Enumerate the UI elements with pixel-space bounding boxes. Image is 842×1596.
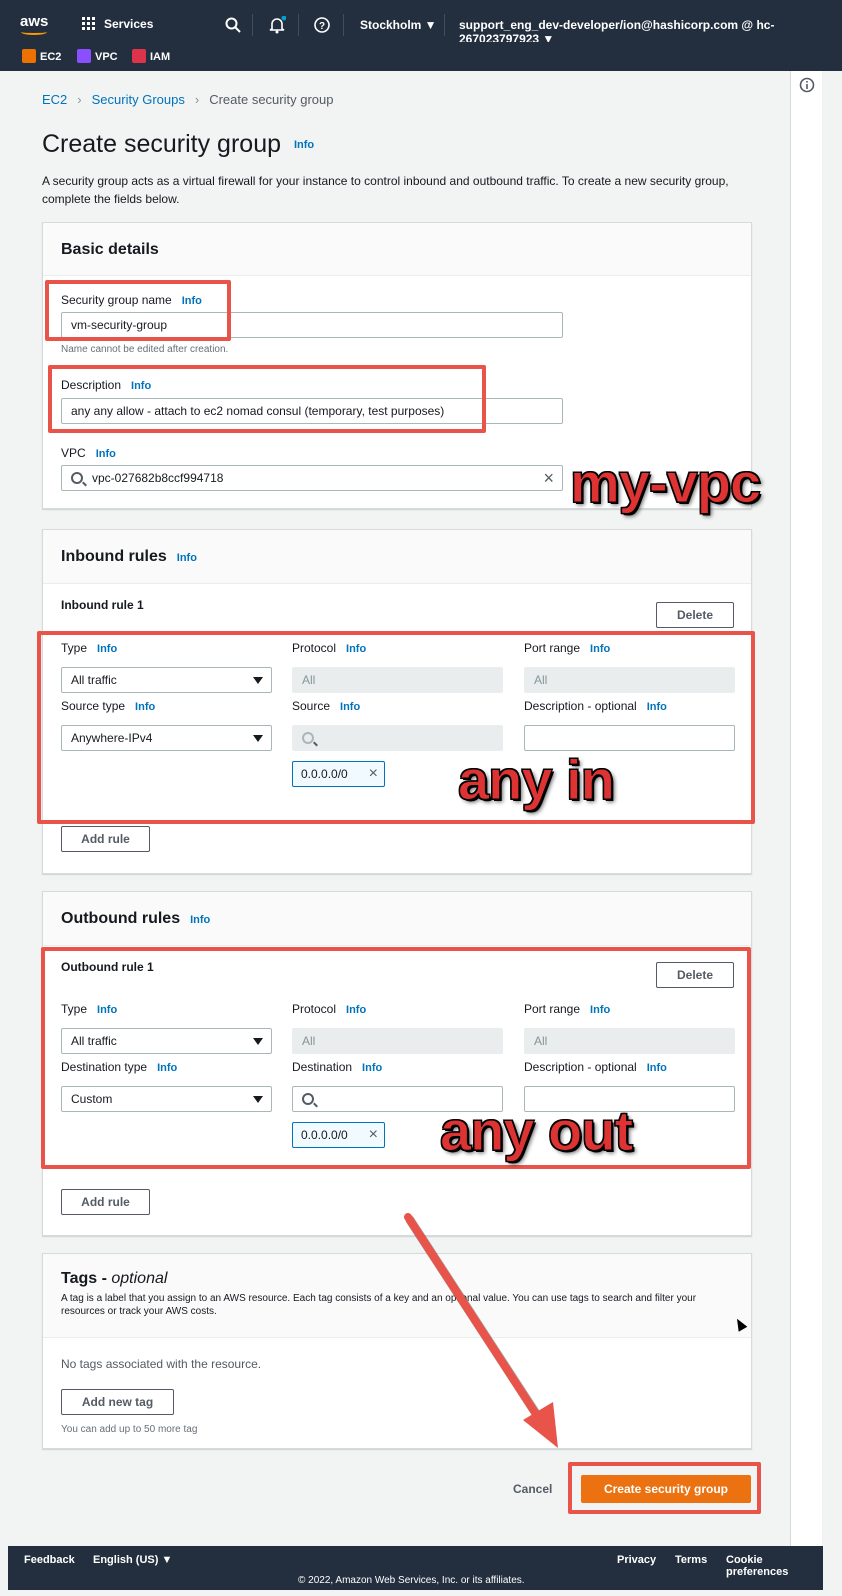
favorite-ec2[interactable]: EC2 [22, 49, 61, 71]
annotation-box-name [45, 280, 231, 341]
annotation-box-outbound [41, 947, 751, 1169]
vpc-label: VPC Info [61, 446, 116, 460]
privacy-link[interactable]: Privacy [617, 1554, 656, 1566]
favorite-label: EC2 [40, 51, 62, 63]
breadcrumb: EC2 › Security Groups › Create security grou… [42, 92, 333, 107]
inbound-info-link[interactable]: Info [177, 552, 197, 564]
add-rule-button[interactable]: Add rule [61, 1189, 150, 1215]
nav-separator [252, 14, 253, 36]
chevron-right-icon: › [77, 92, 82, 107]
inbound-rule-title: Inbound rule 1 [61, 598, 144, 612]
outbound-heading: Outbound rules Info [61, 910, 210, 928]
notifications-bell-icon[interactable] [268, 16, 286, 34]
tag-limit-hint: You can add up to 50 more tag [61, 1424, 198, 1435]
favorites-bar: EC2 VPC IAM [0, 42, 842, 71]
nav-separator [343, 14, 344, 36]
tools-panel-rail [790, 71, 822, 1546]
favorite-label: IAM [150, 51, 171, 63]
vpc-value: vpc-027682b8ccf994718 [92, 471, 224, 485]
info-circle-icon[interactable] [799, 77, 815, 93]
name-hint: Name cannot be edited after creation. [61, 344, 229, 355]
favorite-iam[interactable]: IAM [132, 49, 170, 71]
outbound-info-link[interactable]: Info [190, 914, 210, 926]
annotation-box-inbound [37, 631, 755, 824]
services-menu[interactable]: Services [104, 17, 153, 31]
annotation-any-out: any out [439, 1099, 633, 1163]
add-new-tag-button[interactable]: Add new tag [61, 1389, 174, 1415]
ec2-icon [22, 49, 36, 63]
cancel-button[interactable]: Cancel [513, 1482, 552, 1496]
heading-text: Outbound rules [61, 910, 181, 927]
basic-details-heading: Basic details [61, 241, 159, 258]
language-selector[interactable]: English (US) ▼ [93, 1554, 172, 1566]
vpc-icon [77, 49, 91, 63]
app-frame: aws Services ? Stockholm ▼ support_eng_d… [0, 0, 842, 1596]
breadcrumb-ec2[interactable]: EC2 [42, 92, 67, 107]
iam-icon [132, 49, 146, 63]
title-info-link[interactable]: Info [294, 139, 314, 151]
svg-text:?: ? [319, 21, 325, 32]
clear-icon[interactable]: × [543, 468, 554, 489]
terms-link[interactable]: Terms [675, 1554, 707, 1566]
favorite-label: VPC [95, 51, 118, 63]
nav-separator [298, 14, 299, 36]
footer: Feedback English (US) ▼ Privacy Terms Co… [8, 1546, 823, 1590]
page-description: A security group acts as a virtual firew… [42, 174, 729, 206]
nav-separator [444, 14, 445, 36]
breadcrumb-current: Create security group [209, 92, 334, 107]
annotation-box-create [568, 1462, 761, 1514]
heading-optional: optional [111, 1270, 168, 1287]
page-title: Create security group Info [42, 130, 314, 159]
heading-text: Inbound rules [61, 548, 167, 565]
search-icon [71, 472, 83, 484]
panel-header: Basic details [43, 223, 751, 276]
cookie-preferences-link[interactable]: Cookie preferences [726, 1554, 823, 1578]
annotation-my-vpc: my-vpc [569, 451, 761, 515]
heading-text: Tags - [61, 1270, 112, 1287]
search-icon[interactable] [224, 16, 242, 34]
vpc-info-link[interactable]: Info [96, 448, 116, 460]
panel-header: Outbound rules Info [43, 892, 751, 946]
annotation-box-description [48, 365, 486, 433]
inbound-heading: Inbound rules Info [61, 548, 197, 566]
aws-smile-icon [21, 29, 47, 35]
breadcrumb-security-groups[interactable]: Security Groups [92, 92, 185, 107]
aws-logo-text: aws [20, 13, 49, 30]
panel-header: Inbound rules Info [43, 530, 751, 584]
no-tags-message: No tags associated with the resource. [61, 1357, 262, 1371]
delete-rule-button[interactable]: Delete [656, 602, 734, 628]
label-text: VPC [61, 446, 86, 460]
favorite-vpc[interactable]: VPC [77, 49, 118, 71]
add-rule-button[interactable]: Add rule [61, 826, 150, 852]
chevron-right-icon: › [194, 92, 200, 107]
page-title-text: Create security group [42, 130, 282, 158]
feedback-link[interactable]: Feedback [24, 1554, 75, 1566]
annotation-any-in: any in [458, 748, 616, 812]
vpc-search-input[interactable]: vpc-027682b8ccf994718 × [61, 465, 563, 491]
help-icon[interactable]: ? [313, 16, 331, 34]
annotation-arrow-icon [404, 1213, 558, 1448]
aws-logo[interactable]: aws [20, 13, 50, 37]
services-grid-icon[interactable] [82, 17, 96, 31]
copyright-text: © 2022, Amazon Web Services, Inc. or its… [298, 1575, 525, 1586]
region-selector[interactable]: Stockholm ▼ [360, 18, 437, 32]
tags-heading: Tags - optional [61, 1270, 167, 1288]
